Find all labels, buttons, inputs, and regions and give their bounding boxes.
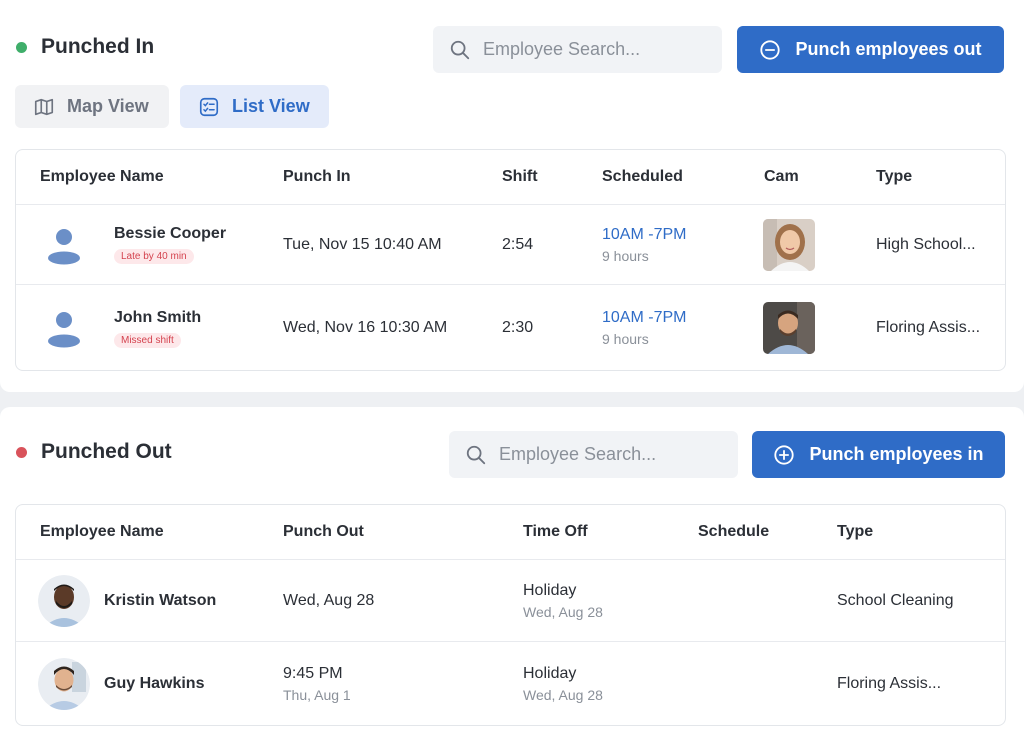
- table-row[interactable]: John Smith Missed shift Wed, Nov 16 10:3…: [16, 285, 1005, 371]
- employee-cell: Bessie Cooper Late by 40 min: [44, 205, 226, 284]
- punch-out-cell: Wed, Aug 28: [283, 560, 374, 641]
- column-header: Employee Name: [40, 168, 164, 185]
- section-title: Punched Out: [41, 440, 172, 463]
- punched-in-table: Employee Name Punch In Shift Scheduled C…: [15, 149, 1006, 371]
- punch-in-time: Wed, Nov 16 10:30 AM: [283, 319, 448, 336]
- punch-out-time: Wed, Aug 28: [283, 591, 375, 609]
- time-off-cell: Holiday Wed, Aug 28: [523, 642, 603, 726]
- status-dot-red: [16, 446, 27, 458]
- search-input[interactable]: [483, 39, 683, 60]
- employee-name: Kristin Watson: [104, 591, 217, 609]
- time-off-date: Wed, Aug 28: [523, 603, 603, 620]
- table-header-row: Employee Name Punch Out Time Off Schedul…: [16, 505, 1005, 560]
- column-header: Punch Out: [283, 523, 364, 540]
- search-box[interactable]: [449, 431, 738, 478]
- employee-type: High School...: [876, 235, 976, 253]
- punched-in-panel: Punched In Punch employees out Map View: [0, 0, 1024, 392]
- map-view-toggle[interactable]: Map View: [15, 85, 169, 128]
- search-box[interactable]: [433, 26, 722, 73]
- employee-type: School Cleaning: [837, 591, 954, 609]
- employee-name: Bessie Cooper: [114, 225, 227, 242]
- cam-snapshot[interactable]: [763, 302, 815, 354]
- avatar: [38, 658, 90, 710]
- button-label: Punch employees in: [809, 444, 984, 464]
- button-label: Punch employees out: [795, 39, 982, 59]
- search-icon: [466, 445, 486, 464]
- column-header: Schedule: [698, 523, 770, 540]
- punched-out-panel: Punched Out Punch employees in Employee …: [0, 407, 1024, 743]
- plus-circle-icon: [774, 444, 795, 465]
- status-badge: Late by 40 min: [114, 249, 194, 264]
- column-header: Type: [837, 523, 874, 540]
- employee-name: John Smith: [114, 308, 202, 326]
- employee-name: Guy Hawkins: [104, 675, 205, 692]
- list-view-toggle[interactable]: List View: [180, 85, 329, 128]
- section-title: Punched In: [41, 35, 155, 58]
- minus-circle-icon: [760, 39, 781, 60]
- employee-info: Bessie Cooper Late by 40 min: [114, 225, 226, 264]
- table-row[interactable]: Bessie Cooper Late by 40 min Tue, Nov 15…: [16, 205, 1005, 285]
- map-icon: [34, 98, 54, 115]
- punched-out-header: Punched Out: [16, 440, 172, 464]
- shift-duration: 2:30: [502, 319, 534, 336]
- column-header: Cam: [764, 168, 799, 185]
- employee-type: Floring Assis...: [876, 319, 981, 336]
- avatar: [38, 574, 90, 627]
- map-view-label: Map View: [67, 96, 149, 116]
- scheduled-time: 10AM -7PM: [602, 309, 687, 326]
- cam-cell: [763, 205, 815, 284]
- punched-in-header: Punched In: [16, 35, 154, 59]
- scheduled-hours: 9 hours: [602, 247, 649, 264]
- status-dot-green: [16, 41, 27, 53]
- column-header: Scheduled: [602, 168, 683, 185]
- punch-employees-out-button[interactable]: Punch employees out: [737, 26, 1004, 73]
- cam-cell: [763, 285, 815, 371]
- checklist-icon: [199, 97, 219, 116]
- punch-out-date: Thu, Aug 1: [283, 687, 351, 703]
- cam-snapshot[interactable]: [763, 218, 815, 271]
- shift-duration: 2:54: [502, 235, 534, 253]
- column-header: Employee Name: [40, 523, 164, 540]
- scheduled-cell: 10AM -7PM 9 hours: [602, 285, 686, 371]
- avatar-placeholder-icon: [48, 312, 80, 348]
- table-row[interactable]: Guy Hawkins 9:45 PM Thu, Aug 1 Holiday W…: [16, 642, 1005, 726]
- table-row[interactable]: Kristin Watson Wed, Aug 28 Holiday Wed, …: [16, 560, 1005, 642]
- time-off-type: Holiday: [523, 581, 577, 599]
- list-view-label: List View: [232, 96, 310, 116]
- punch-in-time: Tue, Nov 15 10:40 AM: [283, 235, 442, 253]
- punched-out-table: Employee Name Punch Out Time Off Schedul…: [15, 504, 1006, 726]
- punch-out-time: 9:45 PM: [283, 665, 343, 682]
- column-header: Time Off: [523, 523, 588, 540]
- column-header: Shift: [502, 168, 538, 185]
- employee-cell: John Smith Missed shift: [44, 285, 201, 371]
- punch-out-cell: 9:45 PM Thu, Aug 1: [283, 642, 351, 726]
- time-off-date: Wed, Aug 28: [523, 687, 603, 703]
- avatar-placeholder-icon: [48, 228, 80, 264]
- status-badge: Missed shift: [114, 332, 181, 348]
- employee-info: John Smith Missed shift: [114, 309, 201, 348]
- employee-type: Floring Assis...: [837, 675, 942, 692]
- search-icon: [450, 40, 470, 59]
- column-header: Type: [876, 168, 913, 185]
- time-off-type: Holiday: [523, 665, 577, 682]
- search-input[interactable]: [499, 444, 699, 465]
- time-off-cell: Holiday Wed, Aug 28: [523, 560, 603, 641]
- employee-cell: Guy Hawkins: [38, 642, 204, 726]
- scheduled-cell: 10AM -7PM 9 hours: [602, 205, 686, 284]
- punch-employees-in-button[interactable]: Punch employees in: [752, 431, 1005, 478]
- employee-cell: Kristin Watson: [38, 560, 216, 641]
- table-header-row: Employee Name Punch In Shift Scheduled C…: [16, 150, 1005, 205]
- scheduled-hours: 9 hours: [602, 331, 649, 347]
- column-header: Punch In: [283, 168, 351, 185]
- scheduled-time: 10AM -7PM: [602, 225, 687, 243]
